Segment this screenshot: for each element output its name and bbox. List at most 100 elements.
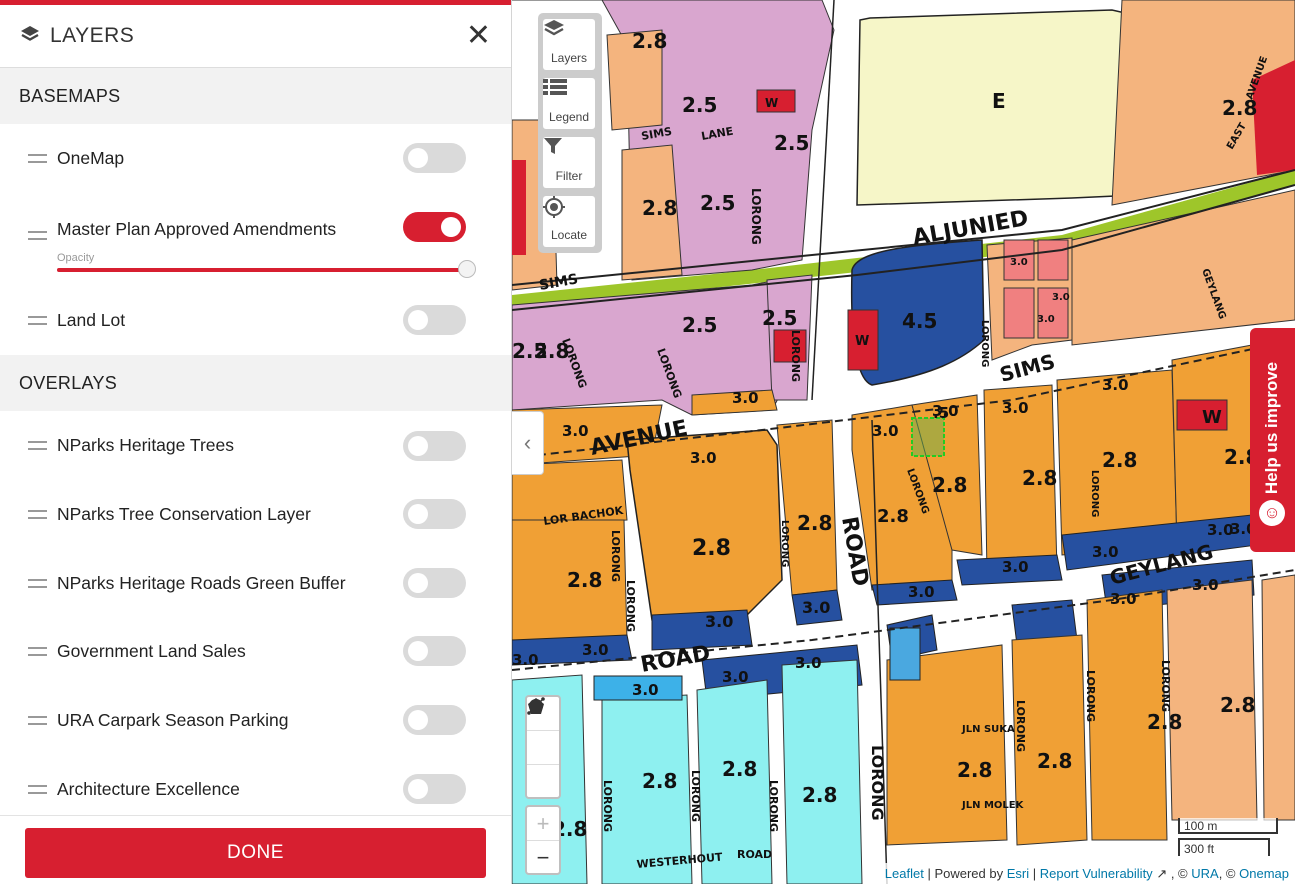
legend-icon (543, 79, 567, 95)
zone-cyan (781, 659, 863, 884)
overlay-government-land-sales: Government Land Sales (0, 617, 511, 686)
done-button[interactable]: DONE (25, 828, 486, 878)
zone-plot-ratio-label: 3.0 (908, 583, 935, 601)
zone-plot-ratio-label: W (1202, 407, 1222, 428)
drag-handle-icon[interactable] (28, 647, 47, 656)
zone-plot-ratio-label: 3.0 (1002, 558, 1029, 576)
zone-plot-ratio-label: E (992, 89, 1006, 113)
close-icon[interactable]: ✕ (466, 21, 491, 51)
toggle-architecture-excellence[interactable] (403, 774, 466, 804)
layer-label: NParks Heritage Trees (57, 435, 235, 455)
map-view[interactable]: ALJUNIED SIMS SIMS LANE SIMS AVENUE ROAD GEYLAN… (512, 0, 1295, 884)
street-label: LORONG (868, 745, 887, 821)
layers-icon (20, 25, 40, 48)
circle-icon (529, 699, 543, 713)
drag-handle-icon[interactable] (28, 441, 47, 450)
external-link-icon: ↗ (1156, 866, 1168, 881)
toggle-onemap[interactable] (403, 143, 466, 173)
collapse-panel-button[interactable]: ‹ (512, 411, 544, 475)
street-label: LORONG (1159, 660, 1172, 712)
layers-button[interactable]: Layers (543, 19, 595, 70)
scale-metric: 100 m (1178, 818, 1278, 834)
basemap-land-lot: Land Lot (0, 285, 511, 355)
zoom-in-button[interactable]: + (527, 807, 559, 841)
report-vulnerability-link[interactable]: Report Vulnerability (1040, 866, 1153, 881)
overlay-heritage-roads: NParks Heritage Roads Green Buffer (0, 549, 511, 617)
toggle-knob (408, 710, 428, 730)
ura-link[interactable]: URA (1191, 866, 1218, 881)
drag-handle-icon[interactable] (28, 784, 47, 794)
zone-plot-ratio-label: 3.0 (1052, 292, 1070, 303)
drag-handle-icon[interactable] (28, 231, 47, 240)
filter-button[interactable]: Filter (543, 137, 595, 188)
toggle-carpark-season-parking[interactable] (403, 705, 466, 735)
zone-plot-ratio-label: 2.8 (1222, 96, 1257, 120)
toggle-government-land-sales[interactable] (403, 636, 466, 666)
esri-link[interactable]: Esri (1007, 866, 1029, 881)
opacity-thumb[interactable] (458, 260, 476, 278)
drag-handle-icon[interactable] (28, 510, 47, 519)
zone-plot-ratio-label: 2.8 (642, 769, 677, 793)
zone-plot-ratio-label: 3.0 (582, 641, 609, 659)
toggle-knob (408, 573, 428, 593)
chevron-left-icon: ‹ (523, 430, 532, 455)
zone-plot-ratio-label: 3.0 (1010, 257, 1028, 268)
zone-plot-ratio-label: 3.0 (802, 598, 830, 617)
overlay-tree-conservation: NParks Tree Conservation Layer (0, 480, 511, 549)
toggle-tree-conservation[interactable] (403, 499, 466, 529)
zone-plot-ratio-label: 3.0 (1207, 521, 1234, 539)
street-label: LORONG (1089, 470, 1100, 517)
zone-light-blue (889, 627, 921, 681)
street-label: LORONG (1084, 670, 1097, 722)
opacity-slider[interactable] (57, 260, 476, 278)
street-label: ROAD (737, 848, 772, 861)
drag-handle-icon[interactable] (28, 153, 47, 163)
street-label: LORONG (689, 770, 702, 822)
locate-button-label: Locate (550, 228, 588, 242)
toggle-heritage-trees[interactable] (403, 431, 466, 461)
toggle-knob (408, 436, 428, 456)
toggle-knob (408, 310, 428, 330)
draw-circle-button[interactable] (527, 699, 559, 798)
locate-button[interactable]: Locate (543, 196, 595, 247)
zone-plot-ratio-label: 3.0 (1037, 314, 1055, 325)
zone-plot-ratio-label: 3.0 (562, 422, 589, 440)
toggle-knob (408, 148, 428, 168)
zone-plot-ratio-label: 2.8 (567, 568, 602, 592)
toggle-land-lot[interactable] (403, 305, 466, 335)
help-us-improve-tab[interactable]: Help us improve ☺ (1250, 328, 1295, 552)
zone-plot-ratio-label: 2.8 (1022, 466, 1057, 490)
toggle-knob (408, 504, 428, 524)
locate-icon (543, 196, 565, 218)
toggle-heritage-roads[interactable] (403, 568, 466, 598)
street-label: LORONG (779, 520, 790, 567)
zone-plot-ratio-label: 2.8 (1102, 448, 1137, 472)
overlay-architecture-excellence: Architecture Excellence (0, 755, 511, 823)
zoom-out-button[interactable]: − (527, 841, 559, 874)
draw-polygon-button[interactable] (527, 698, 559, 765)
legend-button[interactable]: Legend (543, 78, 595, 129)
drag-handle-icon[interactable] (28, 578, 47, 588)
layers-panel: LAYERS ✕ BASEMAPS OneMap Master Plan App… (0, 0, 512, 884)
zone-residential-plot (1003, 287, 1035, 339)
leaflet-link[interactable]: Leaflet (885, 866, 924, 881)
layers-button-label: Layers (550, 51, 588, 65)
zone-plot-ratio-label: 3.0 (722, 668, 749, 686)
toggle-knob (408, 779, 428, 799)
zoning-map[interactable]: ALJUNIEDSIMSSIMSLANESIMSAVENUEROAD GEYLAN… (512, 0, 1295, 884)
zone-plot-ratio-label: 2.8 (722, 757, 757, 781)
onemap-link[interactable]: Onemap (1239, 866, 1289, 881)
toggle-knob (441, 217, 461, 237)
selected-parcel[interactable] (911, 417, 945, 457)
zone-plot-ratio-label: 3.0 (1102, 376, 1129, 394)
drag-handle-icon[interactable] (28, 716, 47, 725)
zone-plot-ratio-label: 3.0 (872, 422, 899, 440)
zone-plot-ratio-label: 3.0 (632, 681, 659, 699)
zone-residential-south (1261, 574, 1295, 821)
overlay-heritage-trees: NParks Heritage Trees (0, 411, 511, 480)
layer-label: NParks Tree Conservation Layer (57, 504, 311, 524)
toggle-master-plan[interactable] (403, 212, 466, 242)
street-label: LORONG (979, 320, 990, 367)
zone-plot-ratio-label: 3.0 (1002, 399, 1029, 417)
drag-handle-icon[interactable] (28, 315, 47, 325)
